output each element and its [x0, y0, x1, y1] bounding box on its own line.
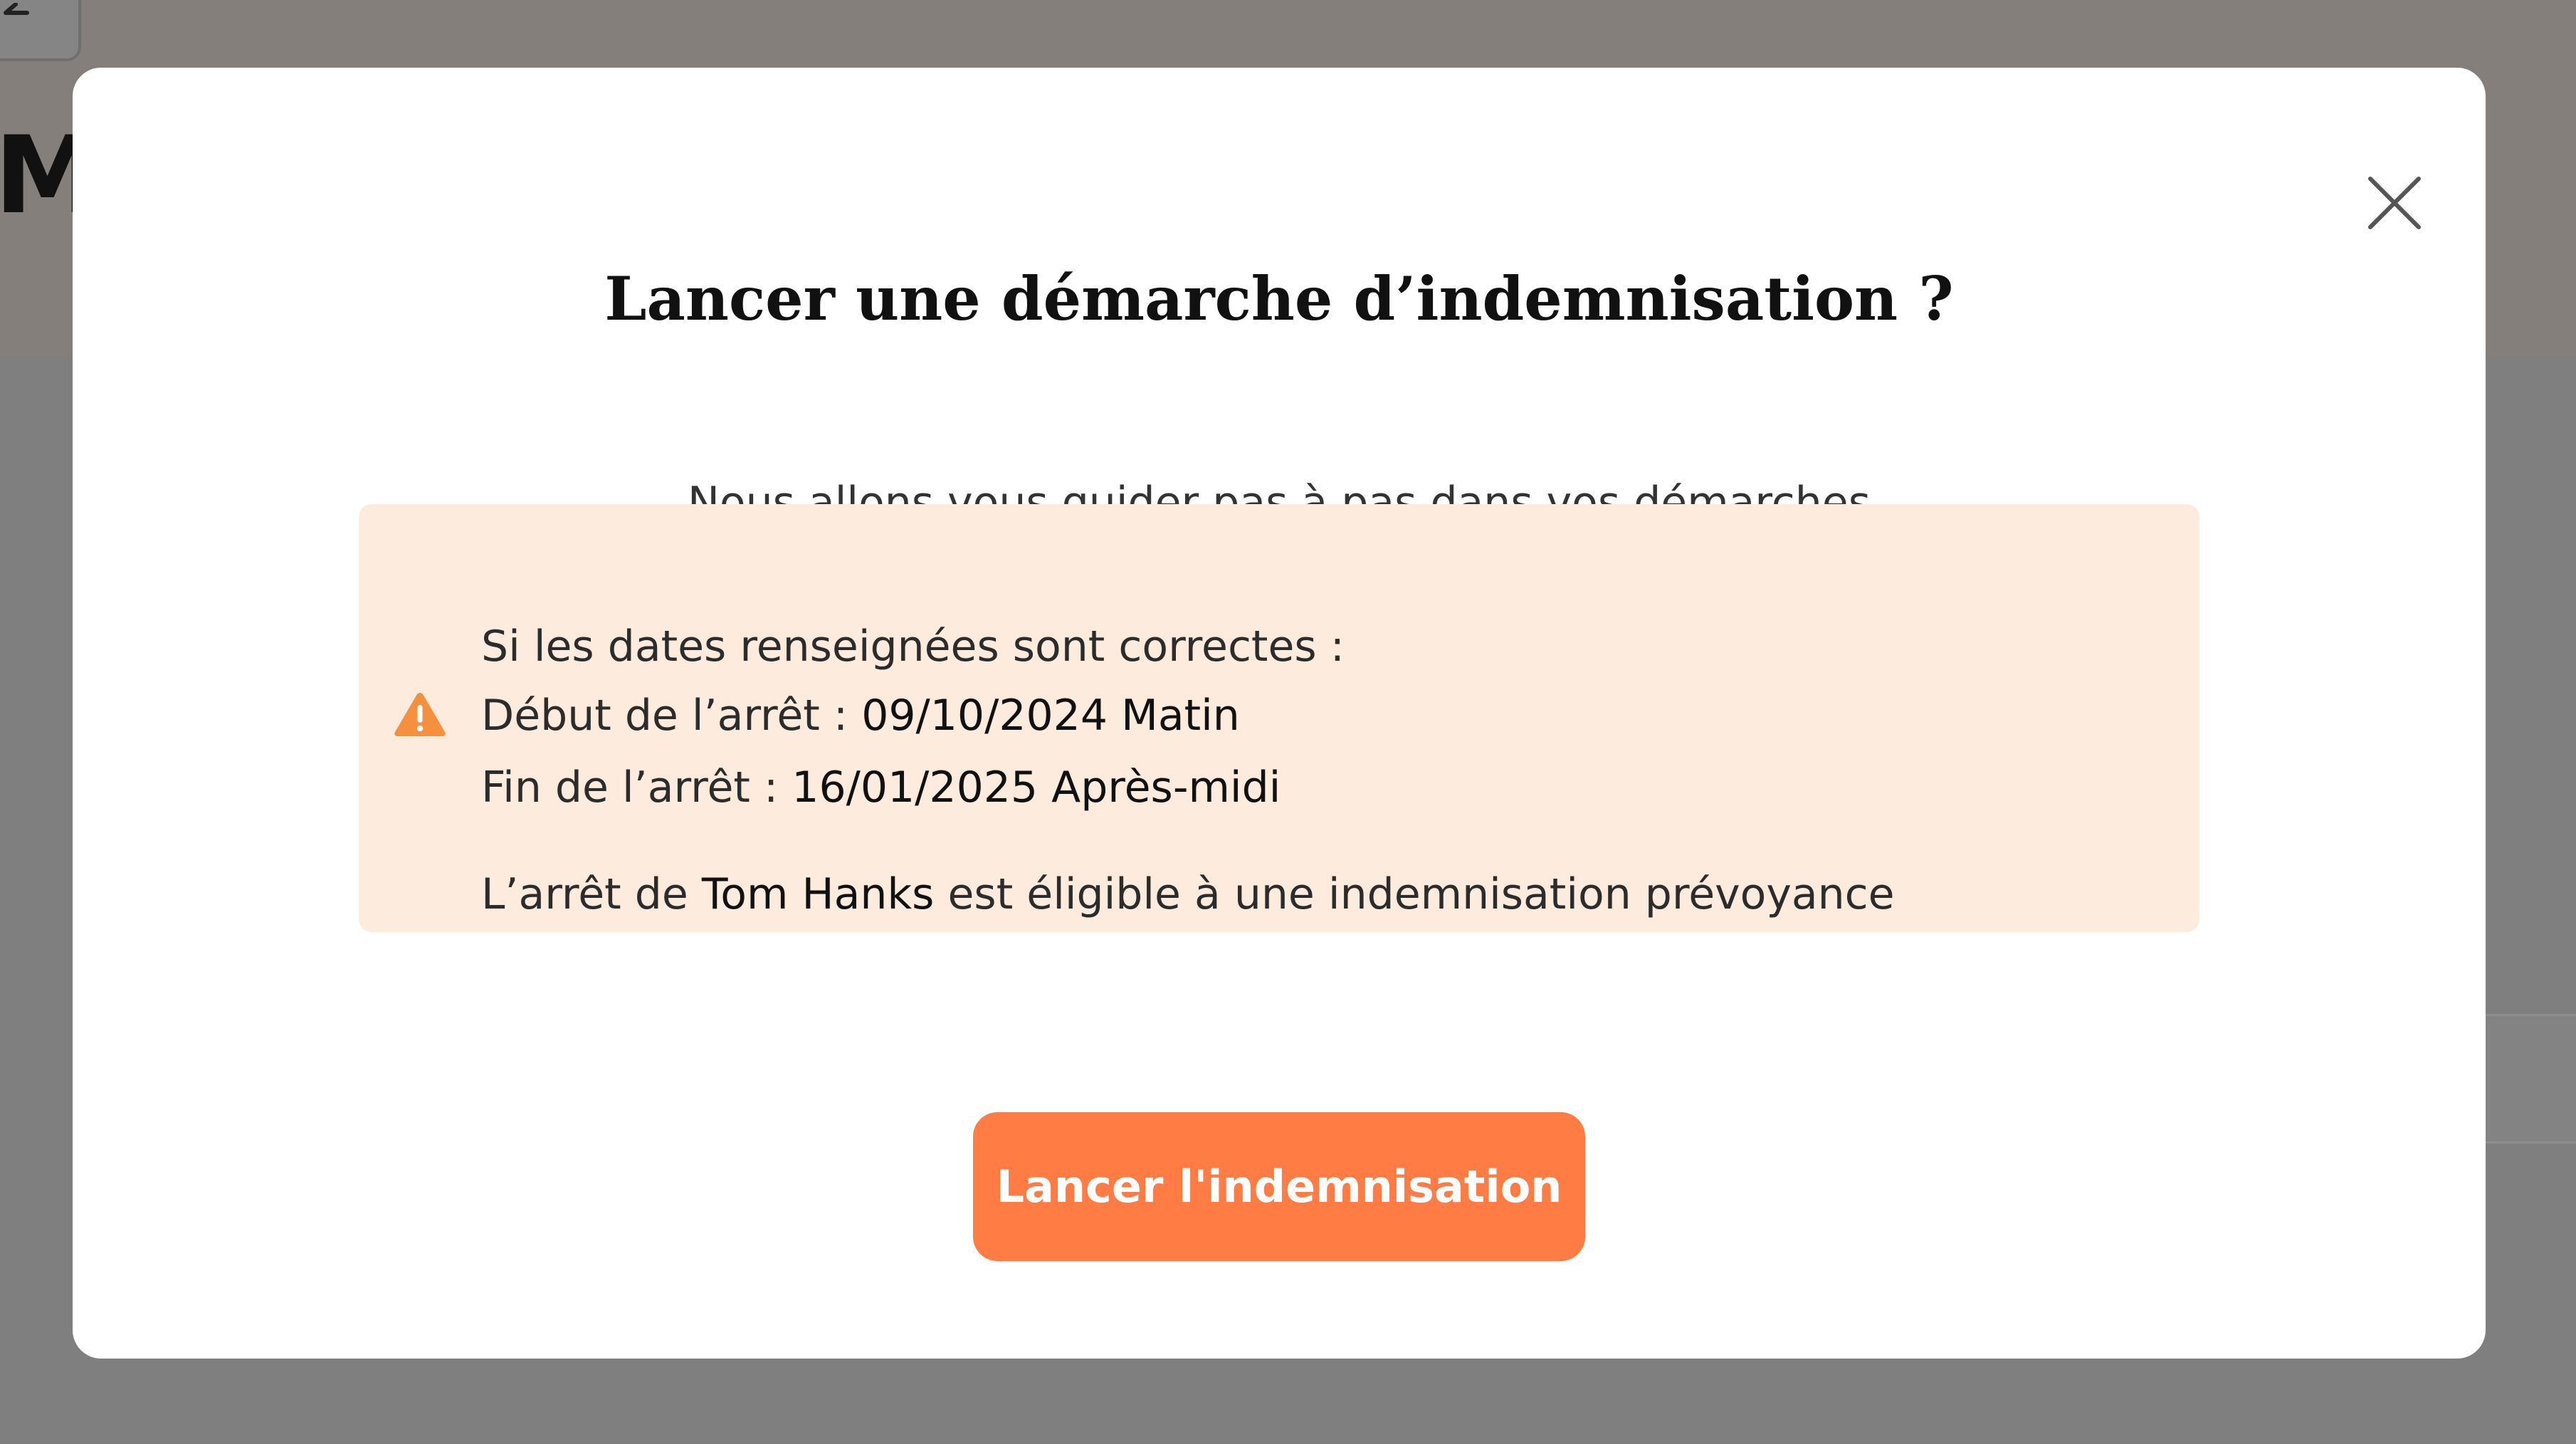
eligibility-suffix: est éligible à une indemnisation prévoya… — [947, 869, 1895, 919]
indemnisation-modal: Lancer une démarche d’indemnisation ? No… — [73, 68, 2486, 1359]
end-date-line: Fin de l’arrêt : 16/01/2025 Après-midi — [481, 755, 1281, 820]
back-button[interactable] — [0, 0, 81, 61]
eligibility-line: L’arrêt de Tom Hanks est éligible à une … — [481, 862, 1895, 926]
start-date-label: Début de l’arrêt : — [481, 691, 848, 741]
start-date-line: Début de l’arrêt : 09/10/2024 Matin — [481, 684, 1240, 748]
launch-indemnisation-button[interactable]: Lancer l'indemnisation — [973, 1112, 1585, 1261]
dates-intro-text: Si les dates renseignées sont correctes … — [481, 622, 1345, 671]
close-button[interactable] — [2352, 160, 2437, 246]
warning-info-box: Si les dates renseignées sont correctes … — [359, 504, 2199, 932]
employee-name: Tom Hanks — [701, 869, 935, 919]
modal-title: Lancer une démarche d’indemnisation ? — [604, 263, 1954, 334]
start-date-value: 09/10/2024 Matin — [861, 691, 1240, 741]
background-panel — [2484, 1014, 2576, 1144]
eligibility-prefix: L’arrêt de — [481, 869, 688, 919]
dates-intro: Si les dates renseignées sont correctes … — [481, 614, 1345, 679]
warning-icon — [394, 693, 446, 736]
end-date-label: Fin de l’arrêt : — [481, 763, 779, 812]
arrow-left-icon — [4, 3, 29, 15]
close-icon — [2368, 177, 2421, 229]
end-date-value: 16/01/2025 Après-midi — [792, 763, 1281, 812]
